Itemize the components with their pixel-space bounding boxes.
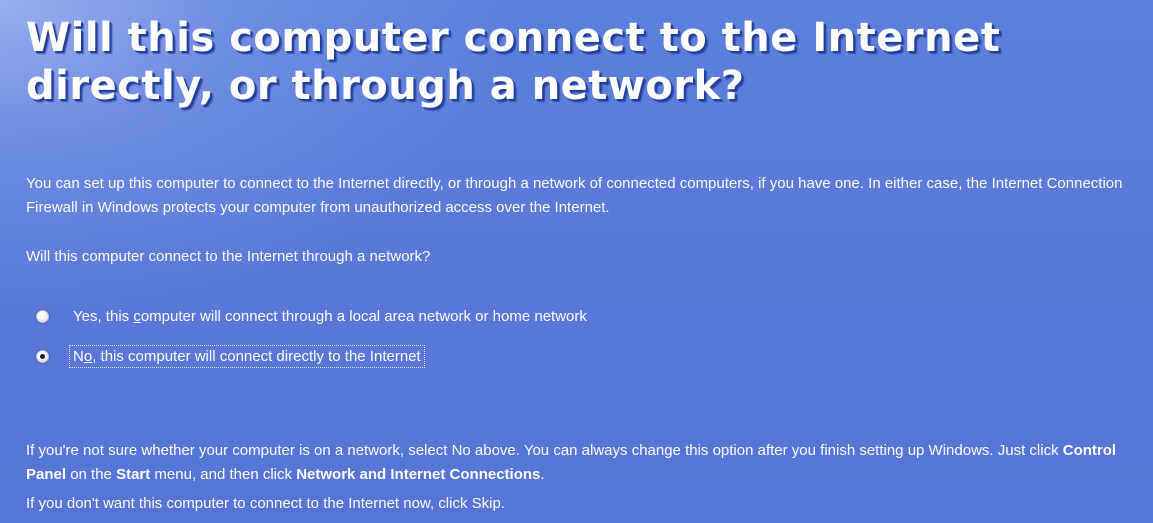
page-title-line-1: Will this computer connect to the Intern…: [26, 15, 1001, 61]
radio-label-no[interactable]: No, this computer will connect directly …: [69, 345, 425, 368]
radio-option-no-direct[interactable]: No, this computer will connect directly …: [36, 345, 425, 368]
oobe-network-connection-page: Will this computer connect to the Intern…: [0, 0, 1153, 523]
radio-selected-dot: [40, 354, 45, 359]
radio-label-no-accelerator: o: [83, 348, 93, 365]
page-title: Will this computer connect to the Intern…: [26, 14, 1126, 110]
help-note-text: If you're not sure whether your computer…: [26, 439, 1146, 487]
radio-label-no-part1: N: [73, 348, 84, 365]
skip-hint-text: If you don't want this computer to conne…: [26, 495, 505, 512]
help-note-start: Start: [116, 466, 151, 483]
help-note-network-connections: Network and Internet Connections: [296, 466, 541, 483]
help-note-part3: menu, and then click: [150, 466, 297, 483]
page-title-line-2: directly, or through a network?: [26, 63, 745, 109]
radio-button-yes[interactable]: [36, 310, 49, 323]
radio-label-yes-part2: omputer will connect through a local are…: [140, 308, 587, 325]
help-note-part1: If you're not sure whether your computer…: [26, 442, 1063, 459]
radio-label-yes-accelerator: c: [133, 308, 141, 325]
intro-text: You can set up this computer to connect …: [26, 175, 1123, 216]
question-text: Will this computer connect to the Intern…: [26, 248, 431, 265]
radio-label-yes[interactable]: Yes, this computer will connect through …: [70, 306, 590, 327]
radio-label-no-part2: , this computer will connect directly to…: [92, 348, 421, 365]
radio-button-no[interactable]: [36, 350, 49, 363]
radio-option-yes-network[interactable]: Yes, this computer will connect through …: [36, 306, 590, 327]
radio-label-yes-part1: Yes, this: [73, 308, 134, 325]
help-note-part4: .: [540, 466, 545, 483]
help-note-part2: on the: [66, 466, 117, 483]
